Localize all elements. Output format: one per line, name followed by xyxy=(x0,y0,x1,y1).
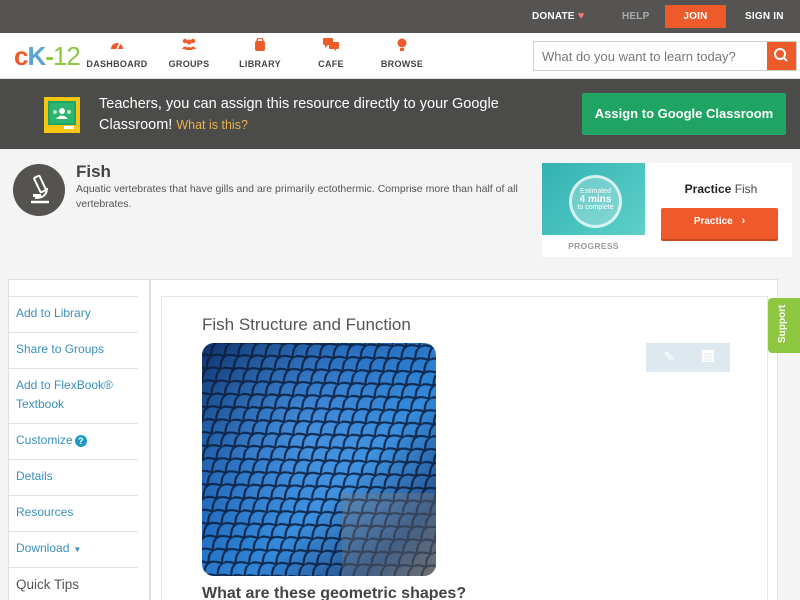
help-icon[interactable]: ? xyxy=(74,435,87,447)
practice-thumbnail: Estimated 4 mins to complete xyxy=(542,163,645,235)
sidebar-details[interactable]: Details xyxy=(16,467,138,486)
groups-icon xyxy=(154,38,224,54)
notes-icon[interactable] xyxy=(699,349,717,365)
article-title: Fish Structure and Function xyxy=(202,315,411,334)
support-tab[interactable]: Support xyxy=(768,298,800,353)
ck12-logo[interactable]: cK-12 xyxy=(14,42,81,70)
join-button[interactable]: JOIN xyxy=(665,5,726,28)
microscope-icon xyxy=(13,164,65,216)
nav-dashboard[interactable]: DASHBOARD xyxy=(82,38,152,69)
article-tools: ✎ xyxy=(646,343,730,372)
nav-cafe[interactable]: CAFE xyxy=(296,38,366,69)
nav-groups[interactable]: GROUPS xyxy=(154,38,224,69)
progress-label: PROGRESS xyxy=(568,241,619,251)
google-classroom-icon xyxy=(44,97,80,133)
quick-tips-heading: Quick Tips xyxy=(16,577,80,592)
sidebar-divider xyxy=(8,567,138,568)
sidebar-divider xyxy=(8,459,138,460)
search-box xyxy=(533,41,797,71)
library-icon xyxy=(225,37,295,54)
practice-card: Estimated 4 mins to complete PROGRESS Pr… xyxy=(542,163,792,257)
chevron-right-icon: › xyxy=(741,215,746,227)
sign-in-link[interactable]: SIGN IN xyxy=(745,0,784,33)
concept-title: Fish xyxy=(76,162,111,181)
article-question: What are these geometric shapes? xyxy=(202,585,467,600)
donate-link[interactable]: DONATE ♥ xyxy=(532,0,584,33)
sidebar-divider xyxy=(8,368,138,369)
search-button[interactable] xyxy=(767,42,796,70)
sidebar-divider xyxy=(8,423,138,424)
cafe-icon xyxy=(296,38,366,54)
estimated-time-badge: Estimated 4 mins to complete xyxy=(569,175,622,228)
sidebar-add-to-flexbook[interactable]: Add to FlexBook® Textbook xyxy=(16,376,126,414)
practice-title: Practice Fish xyxy=(684,182,758,196)
concept-description: Aquatic vertebrates that have gills and … xyxy=(76,183,518,210)
sidebar-customize[interactable]: Customize? xyxy=(16,431,138,450)
fish-scales-image xyxy=(202,343,436,576)
nav-library[interactable]: LIBRARY xyxy=(225,37,295,69)
sidebar-divider xyxy=(8,296,138,297)
dashboard-icon xyxy=(82,38,152,54)
practice-button[interactable]: Practice › xyxy=(661,208,778,239)
sidebar-add-to-library[interactable]: Add to Library xyxy=(16,304,138,323)
main-nav: cK-12 DASHBOARD GROUPS LIBRARY CAFE BROW… xyxy=(0,33,800,79)
what-is-this-link[interactable]: What is this? xyxy=(176,118,248,132)
sidebar-download[interactable]: Download ▼ xyxy=(16,539,138,559)
search-icon xyxy=(774,48,788,62)
sidebar-divider xyxy=(8,332,138,333)
search-input[interactable] xyxy=(534,42,768,70)
sidebar-share-to-groups[interactable]: Share to Groups xyxy=(16,340,138,359)
caret-down-icon: ▼ xyxy=(73,545,82,554)
browse-icon xyxy=(367,38,437,54)
help-link[interactable]: HELP xyxy=(622,0,649,33)
sidebar-divider xyxy=(8,495,138,496)
top-utility-bar: DONATE ♥ HELP JOIN SIGN IN xyxy=(0,0,800,33)
nav-browse[interactable]: BROWSE xyxy=(367,38,437,69)
sidebar-divider xyxy=(8,531,138,532)
sidebar-resources[interactable]: Resources xyxy=(16,503,138,522)
heart-icon: ♥ xyxy=(577,10,585,22)
assign-google-classroom-button[interactable]: Assign to Google Classroom xyxy=(582,93,786,135)
pencil-icon[interactable]: ✎ xyxy=(660,349,678,365)
teacher-message: Teachers, you can assign this resource d… xyxy=(99,96,499,133)
